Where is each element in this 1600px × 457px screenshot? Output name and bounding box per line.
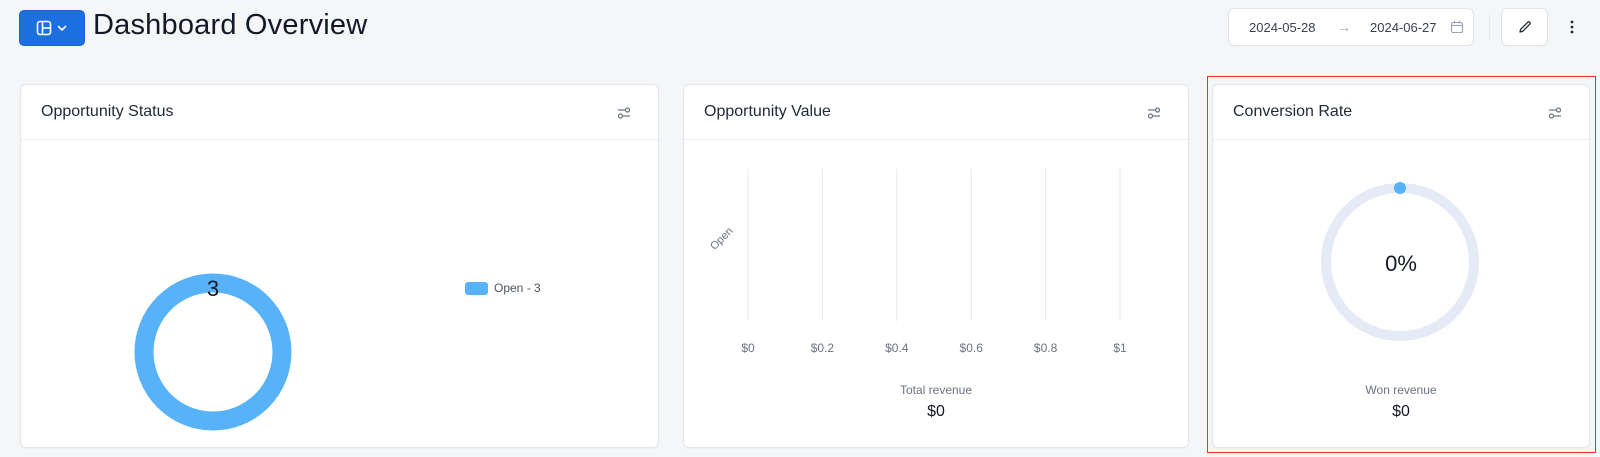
arrow-right-icon: → (1337, 19, 1351, 35)
x-tick-label: $0.6 (960, 341, 984, 355)
date-range-picker[interactable]: 2024-05-28 → 2024-06-27 (1228, 8, 1474, 46)
x-tick-label: $0.8 (1034, 341, 1058, 355)
date-start[interactable]: 2024-05-28 (1249, 20, 1316, 35)
gauge-progress-dot (1394, 182, 1406, 194)
status-donut-chart (134, 273, 292, 431)
card-title: Opportunity Value (704, 103, 831, 120)
x-tick-label: $0.4 (885, 341, 909, 355)
filter-settings-icon[interactable] (616, 105, 632, 121)
filter-settings-icon[interactable] (1146, 105, 1162, 121)
dashboard-header: Dashboard Overview 2024-05-28 → 2024-06-… (0, 0, 1600, 56)
layout-icon (36, 20, 52, 36)
legend-label-open: Open - 3 (494, 281, 541, 295)
opportunity-status-card: Opportunity Status 3 Open - 3 (20, 84, 659, 448)
layout-menu-button[interactable] (19, 10, 85, 46)
edit-button[interactable] (1501, 8, 1548, 46)
y-category-label: Open (708, 225, 736, 253)
x-tick-label: $0 (741, 341, 755, 355)
won-revenue-value: $0 (1392, 403, 1410, 420)
chevron-down-icon (57, 25, 67, 31)
more-vertical-icon (1570, 20, 1574, 34)
opportunity-value-card: Opportunity Value $0 $0.2 $0.4 $0.6 $0.8 $1 Op… (683, 84, 1189, 448)
date-end[interactable]: 2024-06-27 (1370, 20, 1437, 35)
pencil-icon (1518, 21, 1531, 33)
card-header: Opportunity Value (684, 85, 1188, 140)
filter-settings-icon[interactable] (1547, 105, 1563, 121)
total-revenue-label: Total revenue (899, 383, 973, 397)
card-title: Opportunity Status (41, 103, 174, 120)
calendar-icon[interactable] (1450, 20, 1464, 34)
legend-swatch-open (465, 281, 488, 295)
card-title: Conversion Rate (1233, 103, 1353, 120)
x-tick-label: $0.2 (811, 341, 835, 355)
conversion-rate-card: Conversion Rate 0% Won revenue $0 (1212, 84, 1590, 448)
card-header: Opportunity Status (21, 85, 658, 140)
header-divider (1489, 14, 1490, 40)
opportunity-value-bar-chart: $0 $0.2 $0.4 $0.6 $0.8 $1 Open (708, 169, 1127, 355)
page-title: Dashboard Overview (93, 9, 368, 41)
more-options-button[interactable] (1560, 14, 1584, 40)
conversion-rate-value: 0% (1385, 251, 1417, 276)
card-header: Conversion Rate (1213, 85, 1589, 140)
won-revenue-label: Won revenue (1365, 383, 1437, 397)
total-revenue-value: $0 (927, 403, 945, 420)
x-tick-label: $1 (1113, 341, 1127, 355)
donut-slice-open[interactable] (134, 273, 292, 431)
donut-center-value: 3 (206, 276, 220, 301)
chart-legend: Open - 3 (465, 281, 541, 295)
